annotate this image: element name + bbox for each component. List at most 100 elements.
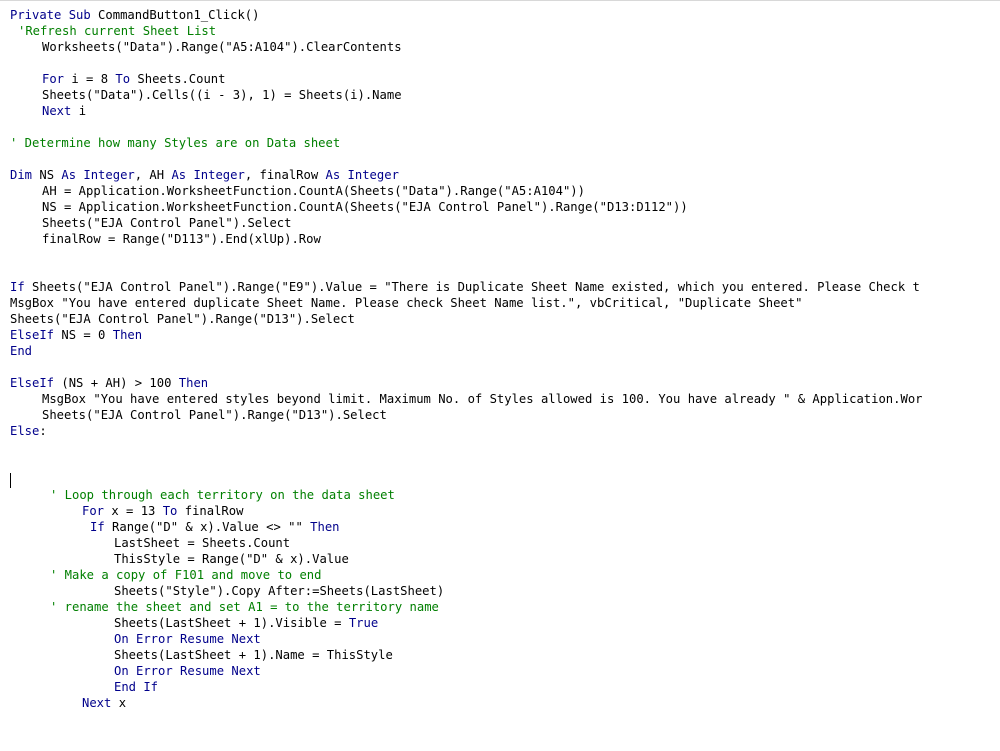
code-keyword: On Error Resume Next (114, 664, 261, 678)
code-keyword: ElseIf (10, 328, 55, 342)
code-text: MsgBox "You have entered styles beyond l… (42, 392, 923, 406)
code-text: Sheets("EJA Control Panel").Range("E9").… (24, 280, 920, 294)
code-keyword: End (10, 344, 33, 358)
code-text: ThisStyle = Range("D" & x).Value (114, 552, 349, 566)
code-keyword: As Integer (61, 168, 135, 182)
code-text: Sheets("EJA Control Panel").Select (42, 216, 292, 230)
code-line[interactable]: Sheets("Style").Copy After:=Sheets(LastS… (0, 583, 1000, 599)
code-line[interactable]: For x = 13 To finalRow (0, 503, 1000, 519)
code-line[interactable]: 'Refresh current Sheet List (0, 23, 1000, 39)
code-text: Sheets.Count (130, 72, 226, 86)
code-line[interactable] (0, 247, 1000, 263)
code-line[interactable]: Sheets(LastSheet + 1).Visible = True (0, 615, 1000, 631)
code-text: : (39, 424, 47, 438)
code-line[interactable]: ' Determine how many Styles are on Data … (0, 135, 1000, 151)
code-line[interactable]: Else: (0, 423, 1000, 439)
code-line[interactable]: For i = 8 To Sheets.Count (0, 71, 1000, 87)
code-text: MsgBox "You have entered duplicate Sheet… (10, 296, 803, 310)
code-line[interactable]: On Error Resume Next (0, 663, 1000, 679)
code-text: NS = Application.WorksheetFunction.Count… (42, 200, 688, 214)
code-line[interactable]: Dim NS As Integer, AH As Integer, finalR… (0, 167, 1000, 183)
code-text: (NS + AH) > 100 (54, 376, 179, 390)
code-keyword: For (82, 504, 105, 518)
code-line[interactable]: Next i (0, 103, 1000, 119)
code-keyword: Then (310, 520, 340, 534)
code-area[interactable]: Private Sub CommandButton1_Click() 'Refre… (0, 7, 1000, 711)
code-comment: 'Refresh current Sheet List (18, 24, 217, 38)
code-comment: ' Determine how many Styles are on Data … (10, 136, 341, 150)
code-line[interactable]: Sheets(LastSheet + 1).Name = ThisStyle (0, 647, 1000, 663)
code-text: , AH (134, 168, 172, 182)
code-text: CommandButton1_Click() (90, 8, 260, 22)
text-cursor (10, 473, 11, 488)
code-line[interactable]: On Error Resume Next (0, 631, 1000, 647)
code-text: Sheets(LastSheet + 1).Name = ThisStyle (114, 648, 393, 662)
code-keyword: To (162, 504, 178, 518)
code-keyword: For (42, 72, 65, 86)
code-text: Range("D" & x).Value <> "" (104, 520, 311, 534)
code-keyword: Dim (10, 168, 33, 182)
code-line[interactable]: Worksheets("Data").Range("A5:A104").Clea… (0, 39, 1000, 55)
code-comment: ' rename the sheet and set A1 = to the t… (50, 600, 439, 614)
code-comment: ' Loop through each territory on the dat… (50, 488, 395, 502)
code-comment: ' Make a copy of F101 and move to end (50, 568, 322, 582)
code-keyword: On Error Resume Next (114, 632, 261, 646)
code-text: finalRow = Range("D113").End(xlUp).Row (42, 232, 321, 246)
code-keyword: Then (112, 328, 143, 342)
code-line[interactable]: If Range("D" & x).Value <> "" Then (0, 519, 1000, 535)
code-line[interactable]: finalRow = Range("D113").End(xlUp).Row (0, 231, 1000, 247)
code-line[interactable] (0, 151, 1000, 167)
code-line[interactable]: ' rename the sheet and set A1 = to the t… (0, 599, 1000, 615)
code-line[interactable]: End If (0, 679, 1000, 695)
code-text: finalRow (177, 504, 244, 518)
code-line[interactable] (0, 471, 1000, 487)
code-text: , finalRow (244, 168, 326, 182)
code-text: Sheets("Data").Cells((i - 3), 1) = Sheet… (42, 88, 402, 102)
code-line[interactable]: Next x (0, 695, 1000, 711)
code-line[interactable]: Sheets("Data").Cells((i - 3), 1) = Sheet… (0, 87, 1000, 103)
code-line[interactable]: MsgBox "You have entered styles beyond l… (0, 391, 1000, 407)
code-text: Sheets("Style").Copy After:=Sheets(LastS… (114, 584, 445, 598)
code-text: Sheets("EJA Control Panel").Range("D13")… (10, 312, 355, 326)
code-keyword: End If (114, 680, 159, 694)
code-line[interactable]: ElseIf NS = 0 Then (0, 327, 1000, 343)
code-line[interactable] (0, 119, 1000, 135)
code-line[interactable]: LastSheet = Sheets.Count (0, 535, 1000, 551)
code-keyword: Next (42, 104, 72, 118)
code-line[interactable]: Sheets("EJA Control Panel").Range("D13")… (0, 311, 1000, 327)
code-text: x = 13 (104, 504, 163, 518)
code-line[interactable]: ThisStyle = Range("D" & x).Value (0, 551, 1000, 567)
code-line[interactable]: NS = Application.WorksheetFunction.Count… (0, 199, 1000, 215)
code-line[interactable]: AH = Application.WorksheetFunction.Count… (0, 183, 1000, 199)
code-line[interactable]: MsgBox "You have entered duplicate Sheet… (0, 295, 1000, 311)
code-text: NS = 0 (54, 328, 113, 342)
code-text: i (71, 104, 87, 118)
code-text: Sheets(LastSheet + 1).Visible = (114, 616, 349, 630)
code-line[interactable] (0, 359, 1000, 375)
code-line[interactable] (0, 55, 1000, 71)
code-text: Worksheets("Data").Range("A5:A104").Clea… (42, 40, 402, 54)
code-line[interactable]: If Sheets("EJA Control Panel").Range("E9… (0, 279, 1000, 295)
code-text: Sheets("EJA Control Panel").Range("D13")… (42, 408, 387, 422)
code-keyword: ElseIf (10, 376, 55, 390)
code-line[interactable]: Sheets("EJA Control Panel").Select (0, 215, 1000, 231)
code-line[interactable]: ' Loop through each territory on the dat… (0, 487, 1000, 503)
code-keyword: Else (10, 424, 40, 438)
code-keyword: Private Sub (10, 8, 91, 22)
code-line[interactable]: End (0, 343, 1000, 359)
code-keyword: Next (82, 696, 112, 710)
code-text: LastSheet = Sheets.Count (114, 536, 291, 550)
code-line[interactable]: Sheets("EJA Control Panel").Range("D13")… (0, 407, 1000, 423)
code-line[interactable] (0, 263, 1000, 279)
code-keyword: As Integer (171, 168, 245, 182)
code-line[interactable] (0, 439, 1000, 455)
code-text: x (111, 696, 127, 710)
code-keyword: If (90, 520, 105, 534)
code-editor[interactable]: Private Sub CommandButton1_Click() 'Refre… (0, 0, 1000, 751)
code-line[interactable] (0, 455, 1000, 471)
code-line[interactable]: ' Make a copy of F101 and move to end (0, 567, 1000, 583)
code-text: NS (32, 168, 62, 182)
code-line[interactable]: ElseIf (NS + AH) > 100 Then (0, 375, 1000, 391)
code-keyword: To (115, 72, 131, 86)
code-line[interactable]: Private Sub CommandButton1_Click() (0, 7, 1000, 23)
